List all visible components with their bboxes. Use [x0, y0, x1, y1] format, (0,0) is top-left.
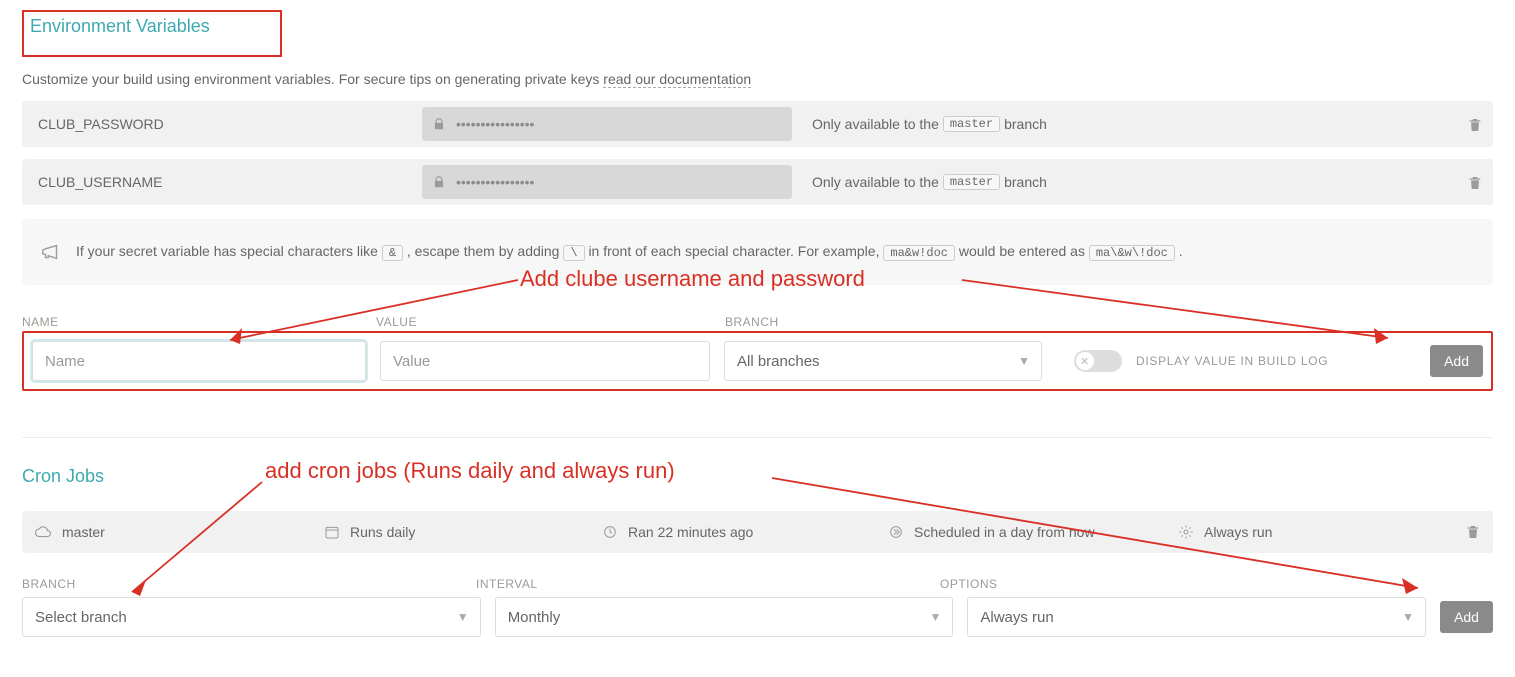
label-value: VALUE: [376, 315, 711, 329]
toggle-label: DISPLAY VALUE IN BUILD LOG: [1136, 354, 1328, 368]
cron-branch: master: [62, 524, 105, 540]
delete-env-var-button[interactable]: [1451, 173, 1483, 190]
cron-next-run: Scheduled in a day from now: [914, 524, 1095, 540]
info-box: If your secret variable has special char…: [22, 219, 1493, 285]
cron-last-run: Ran 22 minutes ago: [628, 524, 753, 540]
cron-branch-select[interactable]: Select branch: [22, 597, 481, 637]
cron-section-title: Cron Jobs: [22, 466, 1493, 487]
display-value-toggle[interactable]: ✕ DISPLAY VALUE IN BUILD LOG: [1056, 350, 1416, 372]
cron-interval-select[interactable]: Monthly: [495, 597, 954, 637]
env-var-value-masked: ••••••••••••••••: [422, 107, 792, 141]
env-var-row: CLUB_USERNAME •••••••••••••••• Only avai…: [22, 159, 1493, 205]
env-add-row-highlight: All branches ▼ ✕ DISPLAY VALUE IN BUILD …: [22, 331, 1493, 391]
label-cron-branch: BRANCH: [22, 577, 462, 591]
fast-forward-icon: [888, 524, 904, 540]
cron-options-select[interactable]: Always run: [967, 597, 1426, 637]
env-var-name: CLUB_PASSWORD: [32, 116, 412, 132]
cron-interval: Runs daily: [350, 524, 415, 540]
docs-link[interactable]: read our documentation: [603, 71, 751, 88]
megaphone-icon: [40, 241, 62, 263]
info-text: If your secret variable has special char…: [76, 243, 1183, 261]
code-example-raw: ma&w!doc: [883, 245, 955, 261]
env-value-input[interactable]: [380, 341, 710, 381]
clock-icon: [602, 524, 618, 540]
env-var-dots: ••••••••••••••••: [456, 174, 534, 190]
calendar-icon: [324, 524, 340, 540]
cron-job-row: master Runs daily Ran 22 minutes ago Sch…: [22, 511, 1493, 553]
code-backslash: \: [563, 245, 584, 261]
env-var-name: CLUB_USERNAME: [32, 174, 412, 190]
env-input-labels: NAME VALUE BRANCH: [22, 315, 1493, 329]
cron-add-row: Select branch ▼ Monthly ▼ Always run ▼ A…: [22, 597, 1493, 637]
section-divider: [22, 437, 1493, 438]
trash-icon: [1465, 524, 1481, 540]
trash-icon: [1467, 117, 1483, 133]
env-section-title: Environment Variables: [30, 16, 270, 37]
env-var-branch-text: Only available to the master branch: [802, 174, 1441, 190]
label-cron-interval: INTERVAL: [476, 577, 926, 591]
delete-env-var-button[interactable]: [1451, 115, 1483, 132]
label-branch: BRANCH: [725, 315, 1045, 329]
lock-icon: [432, 117, 446, 131]
label-cron-options: OPTIONS: [940, 577, 1493, 591]
code-amp: &: [382, 245, 403, 261]
env-var-value-masked: ••••••••••••••••: [422, 165, 792, 199]
env-add-button[interactable]: Add: [1430, 345, 1483, 377]
lock-icon: [432, 175, 446, 189]
branch-badge: master: [943, 116, 1000, 132]
branch-cloud-icon: [34, 523, 52, 541]
env-name-input[interactable]: [32, 341, 366, 381]
branch-badge: master: [943, 174, 1000, 190]
delete-cron-button[interactable]: [1451, 524, 1481, 540]
env-var-dots: ••••••••••••••••: [456, 116, 534, 132]
env-var-row: CLUB_PASSWORD •••••••••••••••• Only avai…: [22, 101, 1493, 147]
env-var-branch-text: Only available to the master branch: [802, 116, 1441, 132]
env-branch-select[interactable]: All branches: [724, 341, 1042, 381]
cron-input-labels: BRANCH INTERVAL OPTIONS: [22, 577, 1493, 591]
gear-icon: [1178, 524, 1194, 540]
label-name: NAME: [22, 315, 362, 329]
code-example-escaped: ma\&w\!doc: [1089, 245, 1175, 261]
trash-icon: [1467, 175, 1483, 191]
cron-add-button[interactable]: Add: [1440, 601, 1493, 633]
cron-option: Always run: [1204, 524, 1272, 540]
env-title-highlight: Environment Variables: [22, 10, 282, 57]
env-description: Customize your build using environment v…: [22, 71, 1493, 87]
env-desc-text: Customize your build using environment v…: [22, 71, 603, 87]
